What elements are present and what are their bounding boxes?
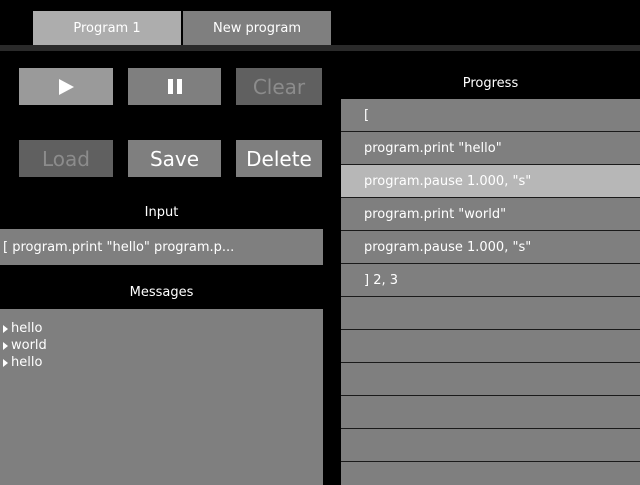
messages-heading: Messages	[129, 285, 194, 300]
bullet-triangle-icon	[3, 324, 8, 333]
progress-row[interactable]: [	[341, 99, 640, 132]
tab-bar: Program 1 New program	[0, 0, 640, 52]
program-input-field[interactable]: [ program.print "hello" program.p...	[0, 229, 323, 265]
progress-row[interactable]	[341, 396, 640, 429]
message-item: hello	[0, 354, 323, 371]
bullet-triangle-icon	[3, 358, 8, 367]
progress-heading: Progress	[462, 76, 519, 91]
message-item: world	[0, 337, 323, 354]
progress-row[interactable]: ] 2, 3	[341, 264, 640, 297]
progress-row[interactable]: program.print "world"	[341, 198, 640, 231]
load-button[interactable]: Load	[19, 140, 113, 177]
progress-row-current[interactable]: program.pause 1.000, "s"	[341, 165, 640, 198]
messages-list[interactable]: hello world hello	[0, 309, 323, 485]
delete-button[interactable]: Delete	[236, 140, 322, 177]
progress-row[interactable]	[341, 330, 640, 363]
progress-row[interactable]	[341, 297, 640, 330]
clear-button[interactable]: Clear	[236, 68, 322, 105]
progress-row[interactable]	[341, 462, 640, 485]
pause-button[interactable]	[128, 68, 221, 105]
tab-new-program[interactable]: New program	[183, 11, 331, 45]
progress-row[interactable]: program.pause 1.000, "s"	[341, 231, 640, 264]
bullet-triangle-icon	[3, 341, 8, 350]
message-item: hello	[0, 320, 323, 337]
progress-list[interactable]: [ program.print "hello" program.pause 1.…	[341, 99, 640, 485]
tab-divider	[0, 45, 640, 51]
play-icon	[58, 78, 74, 95]
play-button[interactable]	[19, 68, 113, 105]
progress-row[interactable]	[341, 429, 640, 462]
save-button[interactable]: Save	[128, 140, 221, 177]
tab-program-1[interactable]: Program 1	[33, 11, 181, 45]
progress-row[interactable]	[341, 363, 640, 396]
progress-row[interactable]: program.print "hello"	[341, 132, 640, 165]
input-heading: Input	[144, 205, 179, 220]
pause-icon	[167, 79, 182, 94]
